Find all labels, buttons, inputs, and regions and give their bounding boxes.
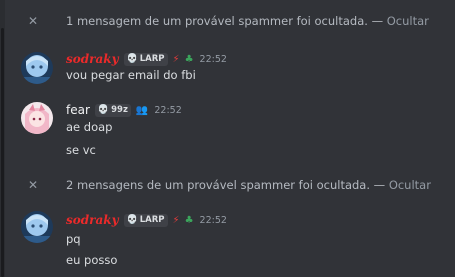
clan-tag[interactable]: 💀 LARP [123, 52, 168, 66]
username[interactable]: sodraky [66, 213, 119, 227]
timestamp[interactable]: 22:52 [200, 54, 227, 65]
clan-tag-label: 99z [111, 105, 128, 115]
clan-tag[interactable]: 💀 99z [94, 103, 131, 117]
message-header: fear 💀 99z 👥 22:52 [66, 102, 182, 118]
message-content: se vc [66, 143, 96, 157]
lightning-icon[interactable]: ⚡ [173, 215, 180, 226]
close-icon[interactable]: ✕ [28, 14, 54, 28]
hide-link[interactable]: Ocultar [389, 178, 431, 192]
message-content: pq [66, 232, 81, 246]
notice-text-wrap: 1 mensagem de um provável spammer foi oc… [66, 14, 429, 28]
hidden-spam-notice: ✕ 1 mensagem de um provável spammer foi … [5, 2, 455, 40]
avatar[interactable] [21, 102, 53, 134]
message-header: sodraky 💀 LARP ⚡ ♣ 22:52 [66, 51, 227, 67]
friends-icon[interactable]: 👥 [136, 105, 148, 116]
globe-icon[interactable]: ♣ [185, 54, 194, 65]
clan-tag[interactable]: 💀 LARP [123, 213, 168, 227]
username[interactable]: fear [66, 103, 90, 117]
notice-text-wrap: 2 mensagens de um provável spammer foi o… [66, 178, 431, 192]
avatar[interactable] [21, 52, 53, 84]
clan-tag-label: LARP [139, 215, 165, 225]
message-header: sodraky 💀 LARP ⚡ ♣ 22:52 [66, 212, 227, 228]
notice-dash: — [370, 178, 389, 192]
scrollbar-track[interactable] [0, 0, 5, 277]
timestamp[interactable]: 22:52 [154, 105, 181, 116]
hide-link[interactable]: Ocultar [387, 14, 429, 28]
notice-text: 2 mensagens de um provável spammer foi o… [66, 178, 370, 192]
notice-dash: — [367, 14, 387, 28]
timestamp[interactable]: 22:52 [200, 215, 227, 226]
message-content: eu posso [66, 253, 118, 267]
avatar[interactable] [21, 211, 53, 243]
lightning-icon[interactable]: ⚡ [173, 54, 180, 65]
message-content: vou pegar email do fbi [66, 68, 196, 82]
username[interactable]: sodraky [66, 52, 119, 66]
globe-icon[interactable]: ♣ [185, 215, 194, 226]
close-icon[interactable]: ✕ [28, 178, 54, 192]
message-content: ae doap [66, 120, 113, 134]
skull-icon: 💀 [126, 54, 138, 64]
skull-icon: 💀 [126, 215, 138, 225]
hidden-spam-notice: ✕ 2 mensagens de um provável spammer foi… [5, 166, 455, 204]
clan-tag-label: LARP [139, 54, 165, 64]
notice-text: 1 mensagem de um provável spammer foi oc… [66, 14, 368, 28]
skull-icon: 💀 [97, 105, 110, 115]
scrollbar-thumb[interactable] [1, 28, 4, 277]
